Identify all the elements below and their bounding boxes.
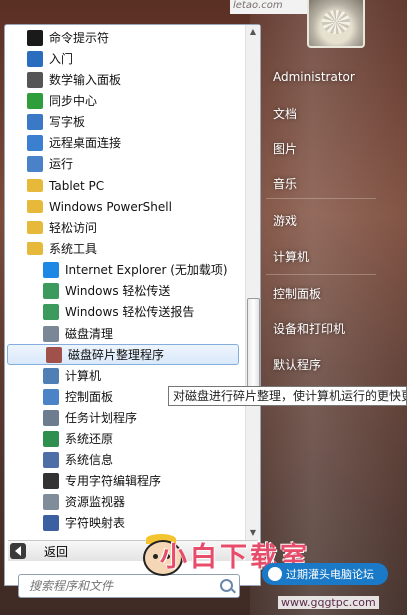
sync-center-icon [27, 92, 43, 109]
program-label: 运行 [49, 157, 74, 171]
program-item[interactable]: 系统信息 [5, 449, 241, 470]
program-label: 任务计划程序 [65, 411, 138, 425]
flower-picture-icon [322, 10, 350, 34]
disk-defragmenter-icon [46, 346, 62, 363]
program-item[interactable]: 系统工具 [5, 238, 241, 259]
program-item[interactable]: 资源监视器 [5, 491, 241, 512]
program-item[interactable]: 远程桌面连接 [5, 132, 241, 153]
program-item[interactable]: 磁盘清理 [5, 323, 241, 344]
program-item[interactable]: Internet Explorer (无加载项) [5, 259, 241, 280]
easy-transfer-report-icon [43, 303, 59, 320]
program-item[interactable]: 运行 [5, 153, 241, 174]
program-label: Windows PowerShell [49, 199, 172, 214]
control-panel-icon [43, 388, 59, 405]
scroll-up-icon[interactable]: ▲ [246, 25, 260, 39]
program-item[interactable]: 字符映射表 [5, 512, 241, 533]
program-label: 字符映射表 [65, 516, 126, 530]
program-label: 轻松访问 [49, 221, 98, 235]
program-label: 系统工具 [49, 242, 98, 256]
resource-monitor-icon [43, 493, 59, 510]
computer-icon [43, 367, 59, 384]
user-name-link[interactable]: Administrator [273, 70, 355, 84]
system-info-icon [43, 451, 59, 468]
back-arrow-icon [10, 543, 26, 559]
system-restore-icon [43, 430, 59, 447]
program-label: 专用字符编辑程序 [65, 474, 162, 488]
program-label: Tablet PC [49, 178, 105, 193]
program-label: 磁盘碎片整理程序 [68, 348, 165, 362]
defrag-tooltip: 对磁盘进行碎片整理，使计算机运行的更快更 [168, 386, 407, 406]
getting-started-icon [27, 50, 43, 67]
program-label: 计算机 [65, 369, 102, 383]
program-label: 命令提示符 [49, 31, 110, 45]
program-label: 数学输入面板 [49, 73, 122, 87]
task-scheduler-icon [43, 409, 59, 426]
scrollbar-thumb[interactable] [247, 298, 260, 396]
start-menu-link[interactable]: 控制面板 [273, 285, 321, 302]
site-url: www.gqgtpc.com [278, 596, 379, 609]
folder-icon [27, 242, 43, 255]
folder-icon [27, 221, 43, 234]
program-label: Windows 轻松传送报告 [65, 305, 195, 319]
folder-icon [27, 179, 43, 192]
program-list: 命令提示符入门数学输入面板 同步中心写字板远程桌面连接 运行 Tablet PC Win… [5, 25, 245, 540]
forum-badge: 过期灌头电脑论坛 [262, 563, 388, 585]
program-item[interactable]: Windows 轻松传送 [5, 280, 241, 301]
start-menu-link[interactable]: 默认程序 [273, 356, 321, 373]
remote-desktop-icon [27, 134, 43, 151]
start-menu-link[interactable]: 设备和打印机 [273, 320, 345, 337]
program-label: 同步中心 [49, 94, 98, 108]
program-list-scrollbar[interactable]: ▲ ▼ [245, 25, 260, 540]
program-item[interactable]: 数学输入面板 [5, 69, 241, 90]
run-icon [27, 155, 43, 172]
program-label: 远程桌面连接 [49, 136, 122, 150]
program-item[interactable]: 同步中心 [5, 90, 241, 111]
start-menu-link[interactable]: 游戏 [273, 212, 297, 229]
program-item[interactable]: 入门 [5, 48, 241, 69]
disk-cleanup-icon [43, 325, 59, 342]
program-item[interactable]: 任务计划程序 [5, 407, 241, 428]
search-box[interactable] [18, 574, 240, 598]
start-menu-link[interactable]: 文档 [273, 105, 297, 122]
private-char-editor-icon [43, 472, 59, 489]
program-label: 控制面板 [65, 390, 114, 404]
math-input-icon [27, 71, 43, 88]
start-menu-link[interactable]: 音乐 [273, 175, 297, 192]
back-label: 返回 [44, 544, 69, 559]
character-map-icon [43, 514, 59, 531]
program-label: Internet Explorer (无加载项) [65, 263, 228, 277]
all-programs-pane: 命令提示符入门数学输入面板 同步中心写字板远程桌面连接 运行 Tablet PC Win… [4, 24, 261, 586]
program-item[interactable]: 命令提示符 [5, 27, 241, 48]
program-label: 资源监视器 [65, 495, 126, 509]
program-item[interactable]: 磁盘碎片整理程序 [7, 344, 239, 365]
program-item[interactable]: 专用字符编辑程序 [5, 470, 241, 491]
menu-separator [266, 198, 376, 199]
program-label: 写字板 [49, 115, 86, 129]
cmd-icon [27, 29, 43, 46]
internet-explorer-icon [43, 261, 59, 278]
program-label: 系统信息 [65, 453, 114, 467]
menu-separator [266, 274, 376, 275]
folder-icon [27, 200, 43, 213]
program-item[interactable]: 写字板 [5, 111, 241, 132]
forum-badge-text: 过期灌头电脑论坛 [286, 568, 374, 581]
program-label: 系统还原 [65, 432, 114, 446]
easy-transfer-icon [43, 282, 59, 299]
search-icon[interactable] [220, 579, 233, 592]
program-item[interactable]: 计算机 [5, 365, 241, 386]
forum-logo-icon [268, 567, 282, 581]
program-label: 入门 [49, 52, 74, 66]
program-item[interactable]: 系统还原 [5, 428, 241, 449]
search-input[interactable] [27, 578, 221, 594]
program-item[interactable]: Windows 轻松传送报告 [5, 301, 241, 322]
wordpad-icon [27, 113, 43, 130]
program-item[interactable]: Tablet PC [5, 175, 241, 196]
user-avatar[interactable] [307, 0, 365, 48]
program-label: 磁盘清理 [65, 327, 114, 341]
start-menu-link[interactable]: 图片 [273, 140, 297, 157]
program-item[interactable]: 轻松访问 [5, 217, 241, 238]
start-menu-link[interactable]: 计算机 [273, 248, 309, 265]
program-item[interactable]: Windows PowerShell [5, 196, 241, 217]
program-label: Windows 轻松传送 [65, 284, 171, 298]
